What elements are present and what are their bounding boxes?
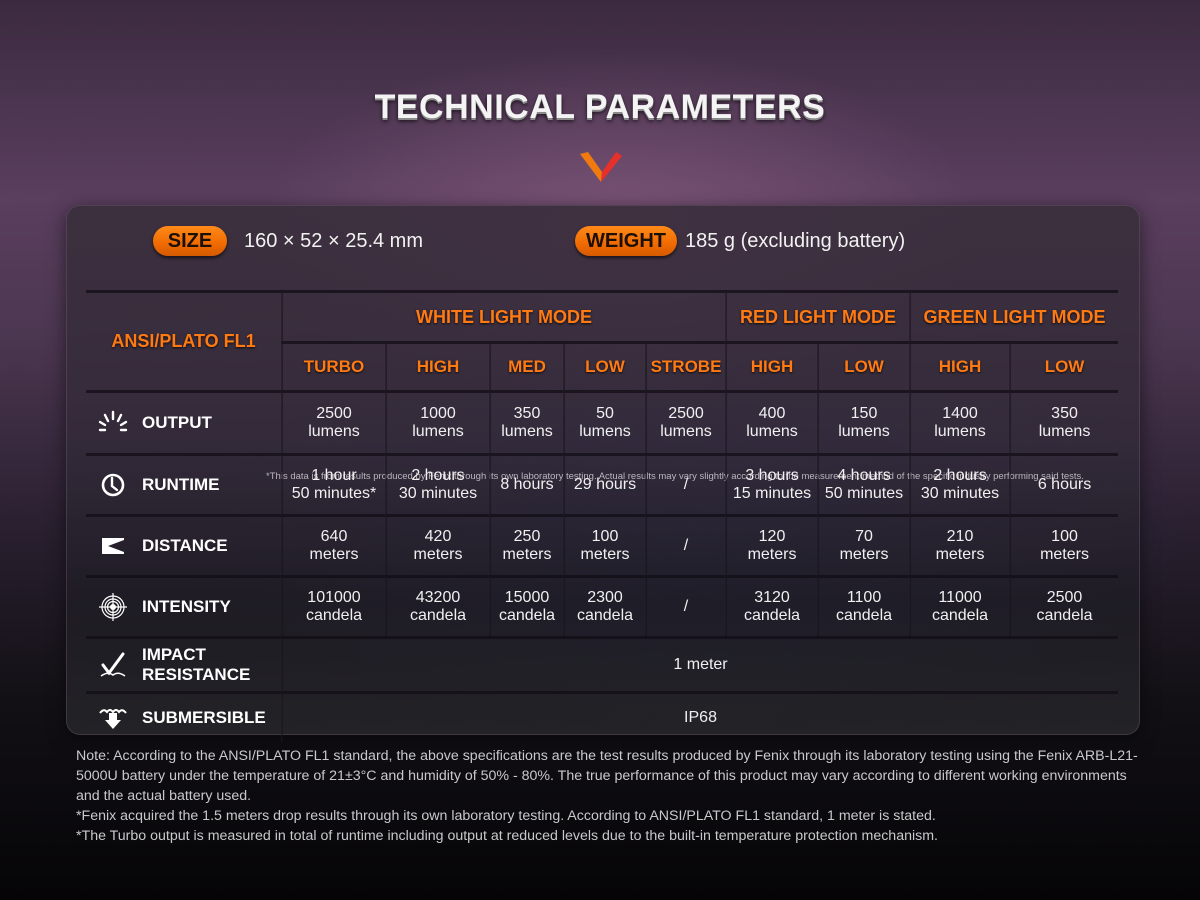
table-cell: 43200 candela — [385, 575, 490, 638]
row-label: IMPACT RESISTANCE — [142, 645, 251, 684]
row-header: DISTANCE — [86, 514, 282, 577]
page-title: TECHNICAL PARAMETERS — [374, 88, 826, 126]
spec-table: ANSI/PLATO FL1 WHITE LIGHT MODE RED LIGH… — [86, 290, 1119, 742]
group-header-row: ANSI/PLATO FL1 WHITE LIGHT MODE RED LIGH… — [86, 290, 1119, 392]
table-cell: 2 hours 30 minutes — [385, 453, 490, 516]
row-label: OUTPUT — [142, 413, 212, 432]
table-cell: 2500 candela — [1009, 575, 1119, 638]
table-cell: / — [644, 453, 727, 516]
table-cell: 150 lumens — [817, 390, 911, 455]
table-cell: 1000 lumens — [385, 390, 490, 455]
row-header: IMPACT RESISTANCE — [86, 636, 282, 693]
mode-header: LOW — [1009, 341, 1119, 392]
mode-header: TURBO — [281, 341, 386, 392]
note-standard: Note: According to the ANSI/PLATO FL1 st… — [76, 748, 1138, 804]
table-row-runtime: RUNTIME 1 hour 50 minutes* 2 hours 30 minu… — [86, 453, 1119, 516]
table-cell: 101000 candela — [281, 575, 386, 638]
table-cell: 29 hours — [563, 453, 646, 516]
table-cell: 70 meters — [817, 514, 911, 577]
table-cell: 2500 lumens — [281, 390, 386, 455]
row-header: RUNTIME — [86, 453, 282, 516]
row-label: DISTANCE — [142, 536, 228, 555]
water-drop-icon — [99, 709, 127, 729]
standard-label: ANSI/PLATO FL1 — [86, 290, 282, 392]
mode-header: LOW — [817, 341, 911, 392]
table-cell: 100 meters — [563, 514, 646, 577]
row-label: RUNTIME — [142, 475, 220, 494]
group-white: WHITE LIGHT MODE — [280, 290, 727, 343]
table-cell: / — [644, 575, 727, 638]
mode-header: MED — [489, 341, 564, 392]
row-header: SUBMERSIBLE — [86, 691, 282, 742]
table-cell: 8 hours — [489, 453, 564, 516]
note-drop-test: *Fenix acquired the 1.5 meters drop resu… — [76, 808, 936, 824]
table-row-output: OUTPUT 2500 lumens 1000 lumens 350 lumens 5… — [86, 390, 1119, 455]
table-row-impact-resistance: IMPACT RESISTANCE 1 meter — [86, 636, 1119, 693]
mode-header: HIGH — [909, 341, 1011, 392]
table-cell: 3120 candela — [725, 575, 819, 638]
table-cell: 350 lumens — [489, 390, 564, 455]
size-badge: SIZE — [153, 226, 227, 256]
table-cell: 400 lumens — [725, 390, 819, 455]
chevron-down-icon — [580, 152, 622, 182]
mode-header: STROBE — [644, 341, 727, 392]
table-row-submersible: SUBMERSIBLE IP68 — [86, 691, 1119, 742]
group-green: GREEN LIGHT MODE — [909, 290, 1119, 343]
clock-icon — [101, 473, 125, 497]
impact-icon — [100, 652, 126, 677]
table-cell: / — [644, 514, 727, 577]
size-value: 160 × 52 × 25.4 mm — [244, 230, 424, 252]
output-icon — [98, 410, 128, 432]
table-cell: 120 meters — [725, 514, 819, 577]
mode-header: HIGH — [725, 341, 819, 392]
group-red: RED LIGHT MODE — [725, 290, 911, 343]
table-cell: 50 lumens — [563, 390, 646, 455]
table-cell: 4 hours 50 minutes — [817, 453, 911, 516]
row-header: INTENSITY — [86, 575, 282, 638]
table-cell: 3 hours 15 minutes — [725, 453, 819, 516]
weight-badge: WEIGHT — [575, 226, 677, 256]
table-cell: 100 meters — [1009, 514, 1119, 577]
distance-icon — [102, 538, 124, 554]
row-label: INTENSITY — [142, 597, 231, 616]
target-icon — [99, 593, 127, 621]
table-cell: 2500 lumens — [644, 390, 727, 455]
row-header: OUTPUT — [86, 390, 282, 455]
table-cell: 640 meters — [281, 514, 386, 577]
table-cell: 1400 lumens — [909, 390, 1011, 455]
table-cell: 11000 candela — [909, 575, 1011, 638]
mode-header: HIGH — [385, 341, 490, 392]
footnotes: Note: According to the ANSI/PLATO FL1 st… — [76, 746, 1146, 846]
table-row-distance: DISTANCE 640 meters 420 meters 250 meters 1… — [86, 514, 1119, 577]
table-cell: 350 lumens — [1009, 390, 1119, 455]
submersible-value: IP68 — [280, 691, 1119, 742]
mode-header: LOW — [563, 341, 646, 392]
table-cell: 15000 candela — [489, 575, 564, 638]
table-row-intensity: INTENSITY 101000 candela 43200 candela 150… — [86, 575, 1119, 638]
table-cell: 2 hours 30 minutes — [909, 453, 1011, 516]
table-cell: 1100 candela — [817, 575, 911, 638]
impact-value: 1 meter — [280, 636, 1119, 693]
table-cell: 2300 candela — [563, 575, 646, 638]
table-cell: 420 meters — [385, 514, 490, 577]
table-cell: 250 meters — [489, 514, 564, 577]
row-label: SUBMERSIBLE — [142, 708, 266, 727]
note-turbo: *The Turbo output is measured in total o… — [76, 828, 938, 844]
table-cell: 210 meters — [909, 514, 1011, 577]
table-cell: 1 hour 50 minutes* — [281, 453, 386, 516]
weight-value: 185 g (excluding battery) — [685, 230, 906, 252]
table-cell: 6 hours — [1009, 453, 1119, 516]
